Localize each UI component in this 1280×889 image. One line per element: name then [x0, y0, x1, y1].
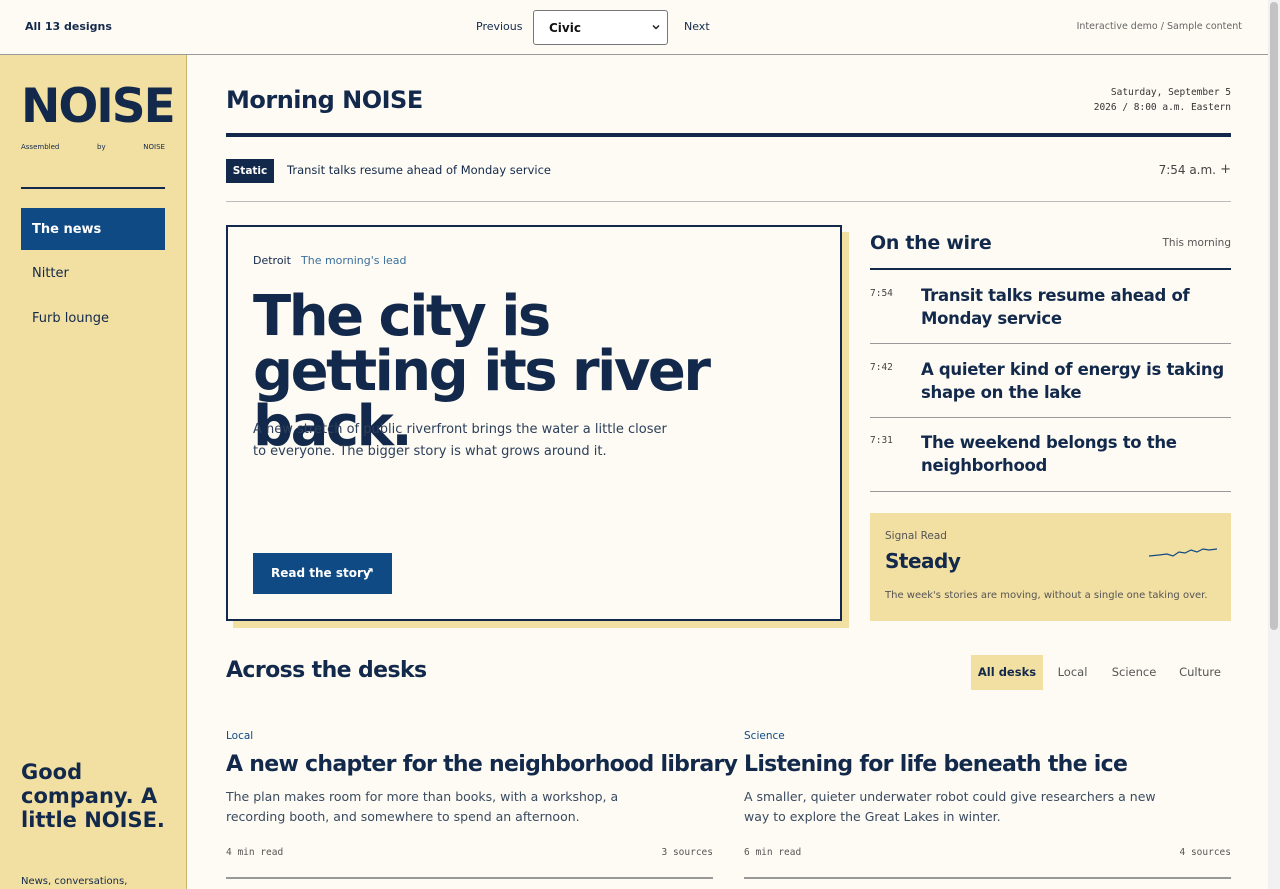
- sidebar-item-nitter[interactable]: Nitter: [21, 252, 165, 294]
- page-title: Morning NOISE: [226, 86, 423, 114]
- tab-culture[interactable]: Culture: [1172, 655, 1228, 690]
- brand-logo: NOISE: [21, 79, 176, 134]
- previous-button[interactable]: Previous: [476, 20, 523, 33]
- ticker-badge: Static: [226, 159, 274, 183]
- wire-item[interactable]: 7:54 Transit talks resume ahead of Monda…: [870, 285, 1231, 344]
- story-desk-label: Local: [226, 730, 254, 742]
- dateline: Saturday, September 5 2026 / 8:00 a.m. E…: [1094, 85, 1231, 115]
- wire-item[interactable]: 7:42 A quieter kind of energy is taking …: [870, 359, 1231, 418]
- story-divider: [744, 877, 1231, 879]
- story-headline: Listening for life beneath the ice: [744, 752, 1128, 777]
- design-select-value: Civic: [549, 21, 581, 35]
- external-arrow-icon: ↗: [363, 565, 374, 579]
- dateline-line-2: 2026 / 8:00 a.m. Eastern: [1093, 102, 1231, 113]
- sidebar-tagline-sub: News, conversations,: [21, 876, 128, 887]
- story-sources: 4 sources: [1179, 847, 1231, 858]
- story-sources: 3 sources: [661, 847, 713, 858]
- story-read-time: 6 min read: [744, 847, 802, 858]
- sidebar-tagline: Good company. A little NOISE.: [21, 760, 165, 832]
- story-meta: 4 min read 3 sources: [226, 847, 713, 858]
- wire-item-headline: Transit talks resume ahead of Monday ser…: [921, 286, 1190, 328]
- read-story-button[interactable]: Read the story ↗: [253, 553, 392, 594]
- ticker-time: 7:54 a.m.: [1158, 163, 1216, 177]
- wire-title: On the wire: [870, 232, 992, 254]
- masthead-rule: [226, 133, 1231, 137]
- story-card[interactable]: Local A new chapter for the neighborhood…: [226, 730, 738, 879]
- ticker-headline[interactable]: Transit talks resume ahead of Monday ser…: [287, 163, 551, 177]
- story-card[interactable]: Science Listening for life beneath the i…: [744, 730, 1231, 879]
- read-story-label: Read the story: [271, 566, 371, 580]
- sidebar-item-the-news[interactable]: The news: [21, 208, 165, 250]
- signal-description: The week's stories are moving, without a…: [885, 590, 1208, 601]
- wire-item[interactable]: 7:31 The weekend belongs to the neighbor…: [870, 432, 1231, 492]
- story-dek: A smaller, quieter underwater robot coul…: [744, 789, 1156, 824]
- story-divider: [226, 877, 713, 879]
- demo-note: Interactive demo / Sample content: [1076, 21, 1242, 32]
- design-select[interactable]: Civic: [533, 10, 668, 45]
- story-meta: 6 min read 4 sources: [744, 847, 1231, 858]
- signal-value: Steady: [885, 549, 961, 573]
- byline-word: by: [97, 143, 106, 151]
- sidebar: NOISE Assembled by NOISE The news Nitter…: [0, 55, 187, 889]
- story-read-time: 4 min read: [226, 847, 284, 858]
- page-scrollbar[interactable]: [1268, 0, 1280, 889]
- top-bar: All 13 designs Previous Civic Next Inter…: [0, 0, 1268, 55]
- all-designs-link[interactable]: All 13 designs: [25, 20, 112, 33]
- scrollbar-thumb[interactable]: [1270, 2, 1278, 630]
- wire-item-time: 7:31: [870, 435, 893, 446]
- dateline-line-1: Saturday, September 5: [1110, 87, 1231, 98]
- wire-rule: [870, 268, 1231, 270]
- wire-item-time: 7:54: [870, 288, 893, 299]
- brand-byline: Assembled by NOISE: [21, 143, 165, 151]
- tab-science[interactable]: Science: [1106, 655, 1162, 690]
- wire-item-headline: The weekend belongs to the neighborhood: [921, 433, 1177, 475]
- sparkline-icon: [1149, 548, 1217, 557]
- lead-kicker: The morning's lead: [301, 254, 407, 267]
- wire-item-time: 7:42: [870, 362, 893, 373]
- lead-location: Detroit: [253, 254, 291, 267]
- wire-note: This morning: [1162, 237, 1231, 249]
- next-button[interactable]: Next: [684, 20, 710, 33]
- ticker-expand-button[interactable]: +: [1220, 162, 1231, 177]
- sidebar-item-furb-lounge[interactable]: Furb lounge: [21, 297, 165, 339]
- lead-dek: A new stretch of public riverfront bring…: [253, 422, 667, 459]
- signal-label: Signal Read: [885, 530, 947, 542]
- tab-local[interactable]: Local: [1050, 655, 1095, 690]
- lead-story-card: Detroit The morning's lead The city is g…: [226, 225, 842, 621]
- story-headline: A new chapter for the neighborhood libra…: [226, 752, 738, 777]
- desks-section-title: Across the desks: [226, 658, 427, 683]
- brand-divider: [21, 187, 165, 189]
- byline-word: NOISE: [143, 143, 165, 151]
- chevron-down-icon: [652, 24, 660, 30]
- tab-all-desks[interactable]: All desks: [971, 655, 1043, 690]
- byline-word: Assembled: [21, 143, 60, 151]
- wire-item-headline: A quieter kind of energy is taking shape…: [921, 360, 1224, 402]
- story-desk-label: Science: [744, 730, 785, 742]
- ticker-divider: [226, 201, 1231, 202]
- signal-read-card: Signal Read Steady The week's stories ar…: [870, 513, 1231, 621]
- story-dek: The plan makes room for more than books,…: [226, 789, 619, 824]
